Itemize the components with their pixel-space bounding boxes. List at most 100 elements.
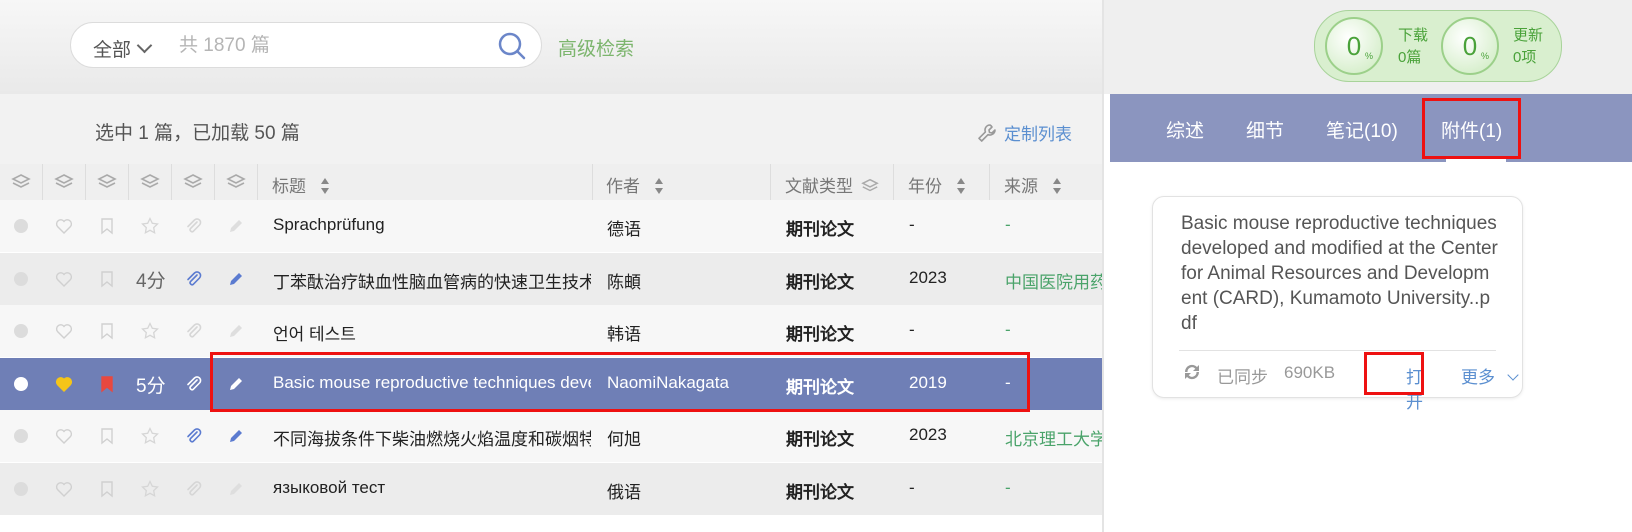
row-author: 俄语 — [607, 482, 641, 502]
row-title[interactable]: Sprachprüfung — [273, 215, 591, 235]
select-circle-icon[interactable] — [11, 216, 31, 236]
pencil-icon[interactable] — [226, 426, 246, 446]
tab-details[interactable]: 细节 — [1246, 116, 1284, 143]
select-circle-icon[interactable] — [11, 269, 31, 289]
rating-value[interactable]: 4分 — [136, 266, 166, 293]
row-title[interactable]: 不同海拔条件下柴油燃烧火焰温度和碳烟特性 — [273, 425, 591, 450]
wrench-icon — [978, 124, 996, 142]
layers-icon[interactable] — [140, 172, 160, 192]
status-area: 0 % 下载 0篇 0 % 更新 0项 — [1104, 0, 1632, 94]
bookmark-icon[interactable] — [97, 374, 117, 394]
update-progress-gauge: 0 % — [1441, 17, 1499, 75]
list-toolbar: 选中 1 篇，已加载 50 篇 定制列表 — [0, 94, 1102, 164]
column-header-year[interactable]: 年份 — [908, 172, 966, 197]
star-icon[interactable] — [140, 321, 160, 341]
table-row[interactable]: 不同海拔条件下柴油燃烧火焰温度和碳烟特性 何旭 期刊论文 2023 北京理工大学 — [0, 410, 1102, 462]
row-author: 韩语 — [607, 325, 641, 344]
search-input[interactable] — [177, 31, 481, 61]
bookmark-icon[interactable] — [97, 269, 117, 289]
column-title-label: 标题 — [272, 177, 306, 196]
heart-icon[interactable] — [54, 321, 74, 341]
search-icon[interactable] — [497, 31, 527, 61]
row-title[interactable]: 丁苯酞治疗缺血性脑血管病的快速卫生技术评估 — [273, 268, 591, 293]
column-header-author[interactable]: 作者 — [606, 172, 664, 197]
row-author: 德语 — [607, 220, 641, 239]
layers-icon[interactable] — [183, 172, 203, 192]
paperclip-icon[interactable] — [183, 321, 203, 341]
library-panel: 全部 高级检索 选中 1 篇，已加载 50 篇 定制列表 标题 作者 文献类型 … — [0, 0, 1102, 532]
column-header-type[interactable]: 文献类型 — [785, 172, 879, 197]
table-row[interactable]: языковой тест 俄语 期刊论文 - - — [0, 462, 1102, 515]
row-year: 2023 — [909, 267, 947, 287]
column-header-title[interactable]: 标题 — [272, 172, 330, 197]
column-divider — [171, 164, 172, 200]
sort-icon — [957, 178, 965, 194]
bookmark-icon[interactable] — [97, 216, 117, 236]
bookmark-icon[interactable] — [97, 321, 117, 341]
layers-icon[interactable] — [11, 172, 31, 192]
table-row[interactable]: 4分 丁苯酞治疗缺血性脑血管病的快速卫生技术评估陈頔 期刊论文 2023 中国医院用药 — [0, 252, 1102, 305]
table-row[interactable]: 언어 테스트 韩语 期刊论文 - - — [0, 305, 1102, 357]
select-circle-icon[interactable] — [11, 374, 31, 394]
column-divider — [42, 164, 43, 200]
column-divider — [257, 164, 258, 200]
search-scope-dropdown[interactable]: 全部 — [93, 35, 153, 62]
download-progress-gauge: 0 % — [1325, 17, 1383, 75]
advanced-search-link[interactable]: 高级检索 — [558, 34, 634, 61]
layers-icon[interactable] — [54, 172, 74, 192]
star-icon[interactable] — [140, 426, 160, 446]
table-row[interactable]: Sprachprüfung 德语 期刊论文 - - — [0, 200, 1102, 252]
sort-icon — [655, 178, 663, 194]
select-circle-icon[interactable] — [11, 426, 31, 446]
customize-list-label: 定制列表 — [1004, 125, 1072, 144]
pencil-icon[interactable] — [226, 321, 246, 341]
bookmark-icon[interactable] — [97, 479, 117, 499]
row-title[interactable]: 언어 테스트 — [273, 320, 591, 345]
pencil-icon[interactable] — [226, 479, 246, 499]
layers-icon[interactable] — [226, 172, 246, 192]
row-author: 陈頔 — [607, 272, 641, 292]
column-divider — [592, 164, 593, 200]
paperclip-icon[interactable] — [183, 216, 203, 236]
layers-icon[interactable] — [97, 172, 117, 192]
select-circle-icon[interactable] — [11, 321, 31, 341]
paperclip-icon[interactable] — [183, 426, 203, 446]
row-title[interactable]: языковой тест — [273, 478, 591, 498]
column-divider — [214, 164, 215, 200]
heart-icon[interactable] — [54, 269, 74, 289]
heart-icon[interactable] — [54, 479, 74, 499]
highlight-box — [1422, 98, 1521, 159]
column-divider — [989, 164, 990, 200]
column-header-source[interactable]: 来源 — [1004, 172, 1062, 197]
tab-summary[interactable]: 综述 — [1166, 116, 1204, 143]
star-icon[interactable] — [140, 479, 160, 499]
more-options-button[interactable]: 更多 — [1461, 363, 1519, 388]
highlight-box — [210, 352, 1030, 412]
pencil-icon[interactable] — [226, 269, 246, 289]
customize-list-button[interactable]: 定制列表 — [976, 120, 1072, 145]
layers-icon — [861, 178, 879, 192]
bookmark-icon[interactable] — [97, 426, 117, 446]
heart-icon[interactable] — [54, 426, 74, 446]
heart-icon[interactable] — [54, 216, 74, 236]
paperclip-icon[interactable] — [183, 269, 203, 289]
more-label: 更多 — [1461, 368, 1495, 387]
sync-status: 已同步 — [1217, 368, 1268, 387]
search-bar-area: 全部 高级检索 — [0, 0, 1102, 94]
percent-sign: % — [1364, 51, 1373, 61]
paperclip-icon[interactable] — [183, 374, 203, 394]
sync-icon — [1184, 364, 1200, 380]
pencil-icon[interactable] — [226, 216, 246, 236]
heart-icon[interactable] — [54, 374, 74, 394]
rating-value[interactable]: 5分 — [136, 371, 166, 398]
update-label: 更新 — [1513, 27, 1544, 44]
row-type: 期刊论文 — [786, 482, 854, 502]
paperclip-icon[interactable] — [183, 479, 203, 499]
row-source: 北京理工大学 — [1005, 430, 1102, 449]
download-label-group: 下载 0篇 — [1398, 25, 1428, 69]
star-icon[interactable] — [140, 216, 160, 236]
select-circle-icon[interactable] — [11, 479, 31, 499]
tab-notes[interactable]: 笔记(10) — [1326, 116, 1398, 143]
row-year: - — [909, 215, 915, 234]
row-type: 期刊论文 — [786, 272, 854, 292]
